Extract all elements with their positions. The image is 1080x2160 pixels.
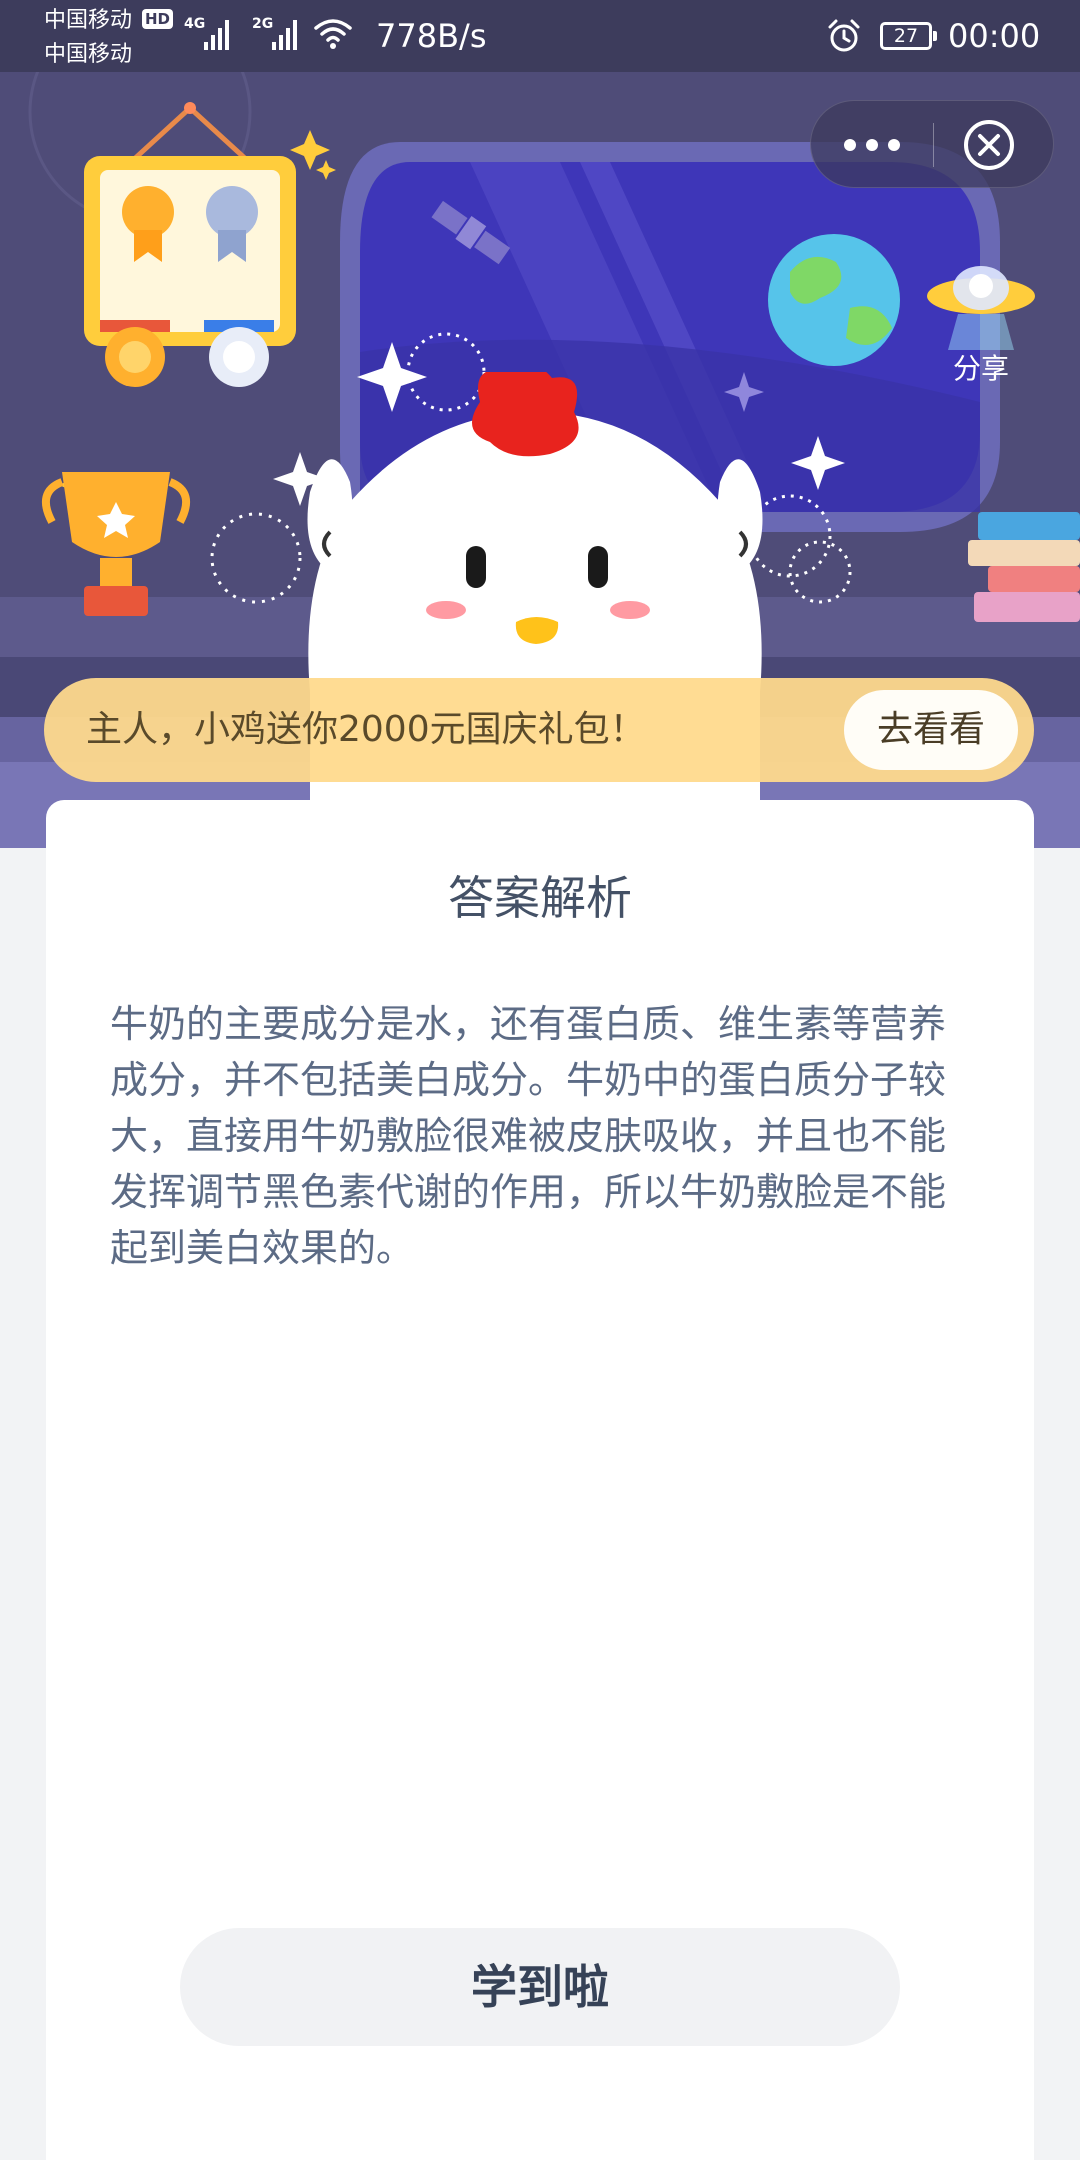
mini-program-capsule	[810, 100, 1054, 188]
battery-indicator: 27	[880, 22, 937, 50]
promo-banner[interactable]: 主人，小鸡送你2000元国庆礼包！ 去看看	[44, 678, 1034, 782]
go-see-button[interactable]: 去看看	[844, 690, 1018, 770]
share-label: 分享	[952, 352, 1009, 385]
wifi-icon	[314, 19, 352, 49]
status-bar: 中国移动 HD 中国移动 4G 2G 778B/s 27 00:00	[0, 0, 1080, 72]
signal-icon	[204, 20, 229, 50]
more-menu-button[interactable]	[811, 101, 933, 189]
answer-explanation: 牛奶的主要成分是水，还有蛋白质、维生素等营养成分，并不包括美白成分。牛奶中的蛋白…	[110, 1002, 947, 1270]
hero-scene: 分享 主人，小鸡送你2000元国庆礼包！ 去看看	[0, 72, 1080, 848]
learned-button[interactable]: 学到啦	[180, 1928, 900, 2046]
status-time: 00:00	[948, 17, 1041, 55]
capsule-divider	[933, 123, 934, 167]
carrier-secondary: 中国移动	[44, 42, 133, 67]
signal-icon	[272, 20, 297, 50]
more-dots-icon	[844, 139, 856, 151]
carrier-primary: 中国移动	[44, 8, 133, 33]
card-title: 答案解析	[448, 871, 632, 925]
alarm-clock-icon	[828, 19, 860, 52]
network-speed: 778B/s	[376, 17, 487, 55]
network-type-2g: 2G	[252, 16, 274, 32]
ufo-share-icon	[927, 266, 1035, 350]
close-circle-icon[interactable]	[961, 117, 1017, 173]
network-type-4g: 4G	[184, 16, 206, 32]
hd-badge: HD	[142, 9, 174, 29]
share-button[interactable]: 分享	[918, 258, 1044, 390]
promo-text: 主人，小鸡送你2000元国庆礼包！	[86, 709, 646, 750]
answer-card: 答案解析 牛奶的主要成分是水，还有蛋白质、维生素等营养成分，并不包括美白成分。牛…	[46, 800, 1034, 2160]
